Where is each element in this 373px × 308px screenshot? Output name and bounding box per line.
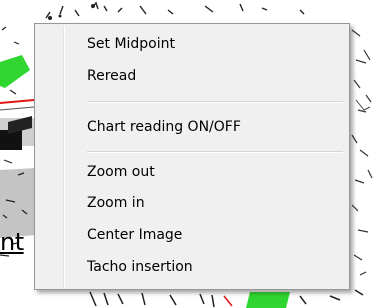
context-menu: Set Midpoint Reread Chart reading ON/OFF… — [34, 23, 350, 290]
menu-item-zoom-out[interactable]: Zoom out — [87, 163, 155, 181]
menu-item-reread[interactable]: Reread — [87, 67, 136, 85]
menu-item-set-midpoint[interactable]: Set Midpoint — [87, 35, 175, 53]
menu-separator — [87, 151, 343, 153]
menu-item-tacho-insertion[interactable]: Tacho insertion — [87, 258, 193, 276]
menu-item-chart-reading-toggle[interactable]: Chart reading ON/OFF — [87, 118, 241, 136]
menu-item-zoom-in[interactable]: Zoom in — [87, 194, 145, 212]
menu-item-center-image[interactable]: Center Image — [87, 226, 182, 244]
menu-separator — [87, 101, 343, 103]
background-partial-label: nt — [0, 228, 24, 256]
menu-icon-gutter-divider — [63, 26, 65, 287]
